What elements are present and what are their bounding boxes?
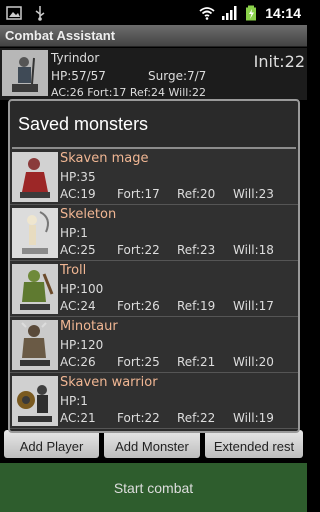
monster-thumbnail bbox=[12, 152, 58, 202]
monster-will: Will:20 bbox=[233, 355, 274, 369]
monster-fort: Fort:17 bbox=[117, 187, 160, 201]
player-hp: HP:57/57 bbox=[51, 69, 106, 83]
monster-name: Skeleton bbox=[60, 207, 117, 222]
usb-icon bbox=[35, 5, 45, 21]
image-notification-icon bbox=[6, 5, 22, 20]
monster-item-skeleton[interactable]: Skeleton HP:1 AC:25 Fort:22 Ref:23 Will:… bbox=[10, 205, 298, 261]
monster-fort: Fort:25 bbox=[117, 355, 160, 369]
monster-item-skaven-warrior[interactable]: Skaven warrior HP:1 AC:21 Fort:22 Ref:22… bbox=[10, 373, 298, 429]
monster-ref: Ref:20 bbox=[177, 187, 216, 201]
app-title-bar: Combat Assistant bbox=[0, 25, 307, 47]
monster-item-troll[interactable]: Troll HP:100 AC:24 Fort:26 Ref:19 Will:1… bbox=[10, 261, 298, 317]
monster-name: Troll bbox=[60, 263, 87, 278]
monster-thumbnail bbox=[12, 264, 58, 314]
saved-monsters-dialog: Saved monsters Skaven mage HP:35 AC:19 F… bbox=[8, 99, 300, 433]
monster-ac: AC:19 bbox=[60, 187, 96, 201]
app-title: Combat Assistant bbox=[5, 28, 116, 43]
monster-ref: Ref:19 bbox=[177, 299, 216, 313]
monster-hp: HP:1 bbox=[60, 226, 88, 240]
player-surge: Surge:7/7 bbox=[148, 69, 207, 83]
player-stats: AC:26 Fort:17 Ref:24 Will:22 bbox=[51, 86, 207, 99]
monster-hp: HP:120 bbox=[60, 338, 104, 352]
extended-rest-button[interactable]: Extended rest bbox=[205, 430, 303, 458]
monster-will: Will:18 bbox=[233, 243, 274, 257]
monster-fort: Fort:22 bbox=[117, 411, 160, 425]
add-player-button[interactable]: Add Player bbox=[4, 430, 99, 458]
monster-hp: HP:100 bbox=[60, 282, 104, 296]
monster-ref: Ref:21 bbox=[177, 355, 216, 369]
monster-will: Will:17 bbox=[233, 299, 274, 313]
monster-ref: Ref:22 bbox=[177, 411, 216, 425]
monster-ac: AC:25 bbox=[60, 243, 96, 257]
battery-icon bbox=[246, 5, 257, 20]
monster-ac: AC:21 bbox=[60, 411, 96, 425]
signal-icon bbox=[222, 5, 237, 20]
clock: 14:14 bbox=[265, 4, 301, 21]
status-bar: 14:14 bbox=[0, 0, 307, 25]
monster-thumbnail bbox=[12, 320, 58, 370]
monster-name: Minotaur bbox=[60, 319, 118, 334]
monster-ac: AC:26 bbox=[60, 355, 96, 369]
add-monster-button[interactable]: Add Monster bbox=[104, 430, 200, 458]
monster-item-skaven-mage[interactable]: Skaven mage HP:35 AC:19 Fort:17 Ref:20 W… bbox=[10, 149, 298, 205]
player-row[interactable]: Tyrindor HP:57/57 Surge:7/7 Init:22 AC:2… bbox=[0, 48, 307, 100]
monster-thumbnail bbox=[12, 208, 58, 258]
start-combat-button[interactable]: Start combat bbox=[0, 463, 307, 512]
player-init: Init:22 bbox=[253, 52, 305, 71]
monster-list: Skaven mage HP:35 AC:19 Fort:17 Ref:20 W… bbox=[10, 149, 298, 429]
dialog-title: Saved monsters bbox=[18, 113, 149, 134]
monster-fort: Fort:22 bbox=[117, 243, 160, 257]
monster-item-minotaur[interactable]: Minotaur HP:120 AC:26 Fort:25 Ref:21 Wil… bbox=[10, 317, 298, 373]
monster-hp: HP:1 bbox=[60, 394, 88, 408]
player-avatar bbox=[2, 50, 48, 96]
monster-will: Will:23 bbox=[233, 187, 274, 201]
monster-hp: HP:35 bbox=[60, 170, 96, 184]
wifi-icon bbox=[199, 6, 215, 20]
monster-name: Skaven warrior bbox=[60, 375, 158, 390]
monster-ac: AC:24 bbox=[60, 299, 96, 313]
monster-will: Will:19 bbox=[233, 411, 274, 425]
monster-name: Skaven mage bbox=[60, 151, 149, 166]
player-name: Tyrindor bbox=[51, 51, 100, 65]
monster-ref: Ref:23 bbox=[177, 243, 216, 257]
monster-thumbnail bbox=[12, 376, 58, 426]
monster-fort: Fort:26 bbox=[117, 299, 160, 313]
